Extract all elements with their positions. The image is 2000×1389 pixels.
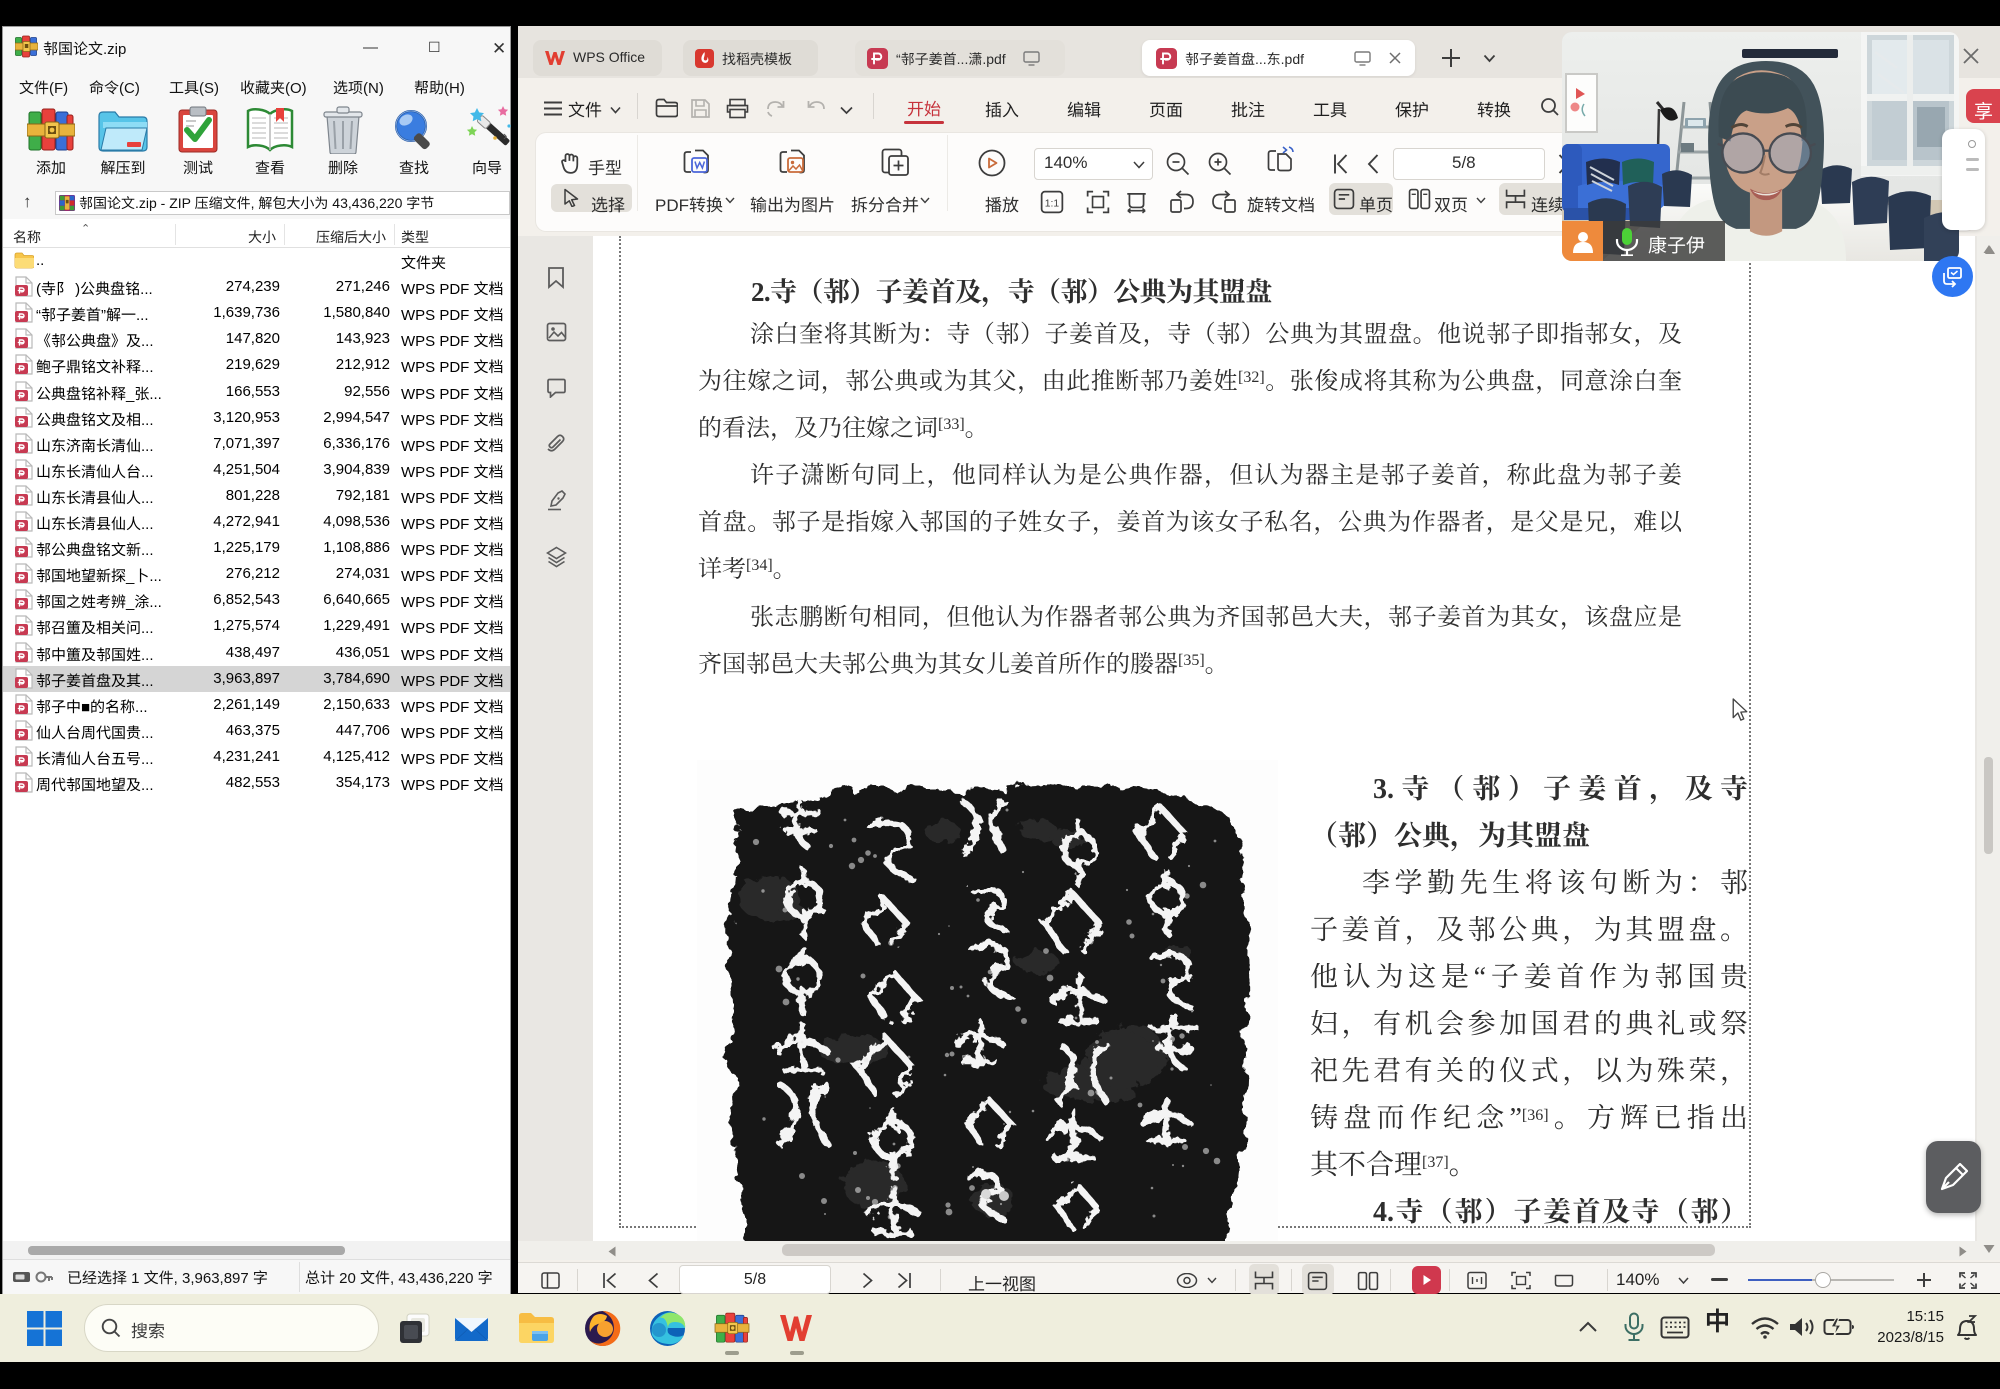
svg-text:1:1: 1:1 [1045,198,1060,209]
